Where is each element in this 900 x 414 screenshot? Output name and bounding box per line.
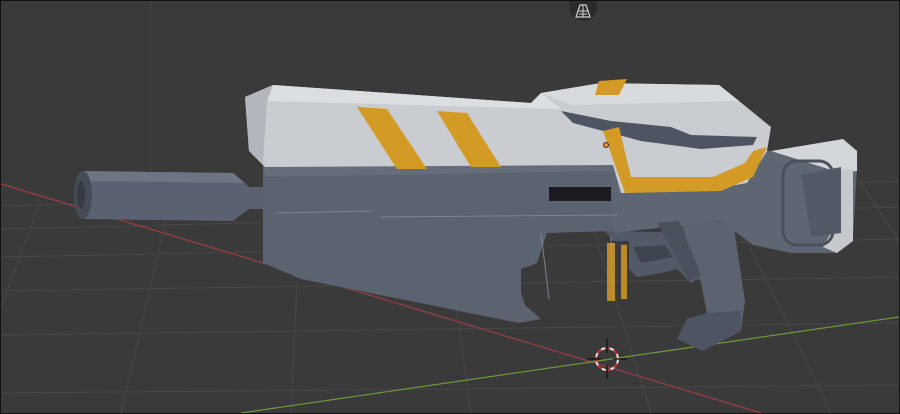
3d-viewport[interactable]: 3D Viewport xyxy=(0,0,900,414)
y-axis-line xyxy=(240,316,899,413)
ejection-port xyxy=(549,187,611,201)
barrel xyxy=(74,171,267,221)
side-ribs xyxy=(607,243,627,301)
lower-body xyxy=(263,159,613,323)
object-origin-dot[interactable] xyxy=(603,142,609,148)
viewport-canvas[interactable] xyxy=(1,1,899,413)
rifle-model[interactable] xyxy=(74,79,857,351)
